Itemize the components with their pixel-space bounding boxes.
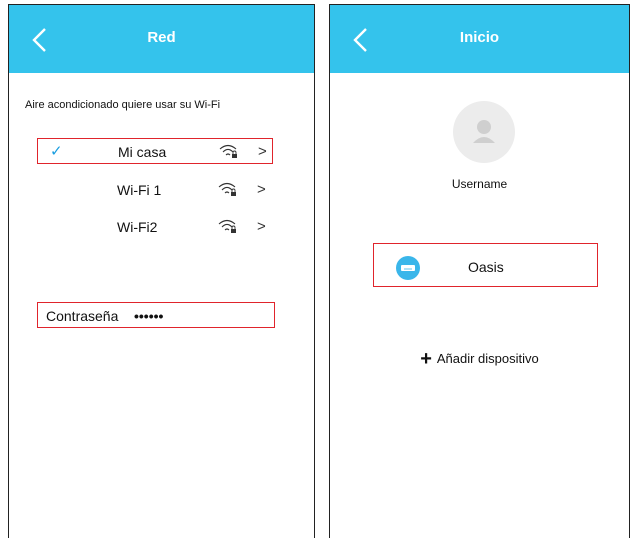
network-name: Wi-Fi 1 [117,182,162,198]
user-icon [473,120,495,143]
wifi-lock-icon [218,219,236,233]
username-label: Username [451,177,508,191]
network-name: Mi casa [118,144,167,160]
network-item-mi-casa[interactable]: ✓ Mi casa > [37,138,273,164]
add-device-button[interactable]: + Añadir dispositivo [330,348,629,371]
password-field[interactable]: Contraseña •••••• [37,302,275,328]
home-screen: Inicio Username Oasis + Añadir dispositi… [329,4,630,538]
page-title: Inicio [459,29,500,46]
network-name: Wi-Fi2 [117,219,158,235]
wifi-lock-icon [218,182,236,196]
device-name: Oasis [468,259,504,275]
air-conditioner-icon [396,256,420,280]
password-label: Contraseña [46,308,119,324]
header-bar: Inicio [330,5,629,73]
chevron-right-icon: > [257,181,266,198]
network-item-wifi2[interactable]: Wi-Fi2 > [37,214,273,240]
device-item-oasis[interactable]: Oasis [373,243,598,287]
chevron-right-icon: > [257,218,266,235]
wifi-lock-icon [219,144,237,158]
avatar[interactable] [453,101,515,163]
add-device-label: Añadir dispositivo [436,351,539,366]
checkmark-icon: ✓ [50,143,63,160]
network-screen: Red Aire acondicionado quiere usar su Wi… [8,4,315,538]
chevron-right-icon: > [258,143,267,160]
network-item-wifi-1[interactable]: Wi-Fi 1 > [37,177,273,203]
page-title: Red [147,29,176,46]
plus-icon: + [420,348,432,370]
header-bar: Red [9,5,314,73]
password-value[interactable]: •••••• [134,308,163,324]
wifi-prompt-text: Aire acondicionado quiere usar su Wi-Fi [25,99,221,111]
